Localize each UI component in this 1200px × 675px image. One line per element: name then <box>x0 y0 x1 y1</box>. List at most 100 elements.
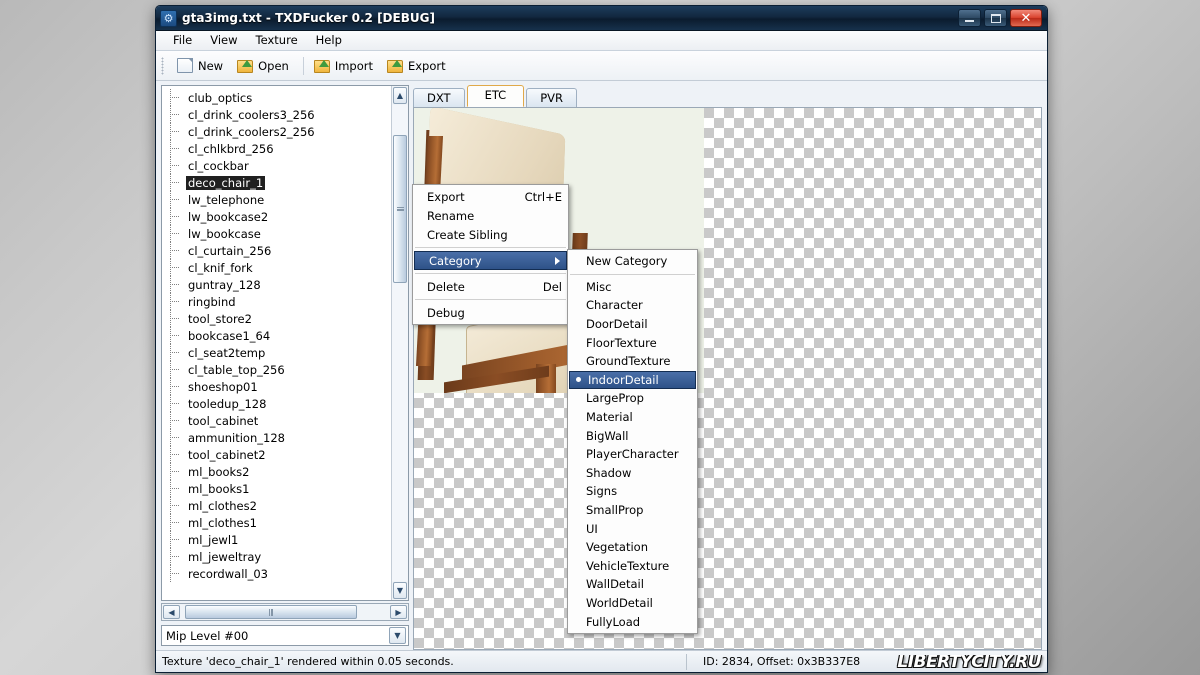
context-menu-item[interactable]: DeleteDel <box>413 277 568 296</box>
category-menu-item[interactable]: New Category <box>568 252 697 271</box>
scroll-right-button[interactable]: ▶ <box>390 605 407 619</box>
tree-item[interactable]: club_optics <box>164 89 391 106</box>
menu-help[interactable]: Help <box>307 33 351 49</box>
tree-item[interactable]: deco_chair_1 <box>164 174 391 191</box>
tree-item[interactable]: ml_jeweltray <box>164 548 391 565</box>
menu-file[interactable]: File <box>164 33 201 49</box>
category-menu-item[interactable]: DoorDetail <box>568 315 697 334</box>
vscroll-track[interactable] <box>392 105 408 581</box>
tree-item[interactable]: cl_curtain_256 <box>164 242 391 259</box>
open-button[interactable]: Open <box>232 55 298 76</box>
category-menu-item[interactable]: FloorTexture <box>568 333 697 352</box>
tree-item[interactable]: shoeshop01 <box>164 378 391 395</box>
category-menu-item[interactable]: WallDetail <box>568 575 697 594</box>
category-menu-item[interactable]: UI <box>568 519 697 538</box>
tree-horizontal-scrollbar[interactable]: ◀ ▶ <box>161 603 409 621</box>
tree-item[interactable]: ml_books2 <box>164 463 391 480</box>
menu-view[interactable]: View <box>201 33 246 49</box>
tree-item[interactable]: cl_drink_coolers3_256 <box>164 106 391 123</box>
tree-item-label: cl_drink_coolers3_256 <box>186 108 317 122</box>
category-menu-item[interactable]: Signs <box>568 482 697 501</box>
tree-item-label: tool_cabinet <box>186 414 260 428</box>
tree-item[interactable]: cl_cockbar <box>164 157 391 174</box>
category-menu-item[interactable]: Character <box>568 296 697 315</box>
tree-branch-icon <box>164 191 186 208</box>
hscroll-track[interactable] <box>181 605 389 619</box>
context-menu[interactable]: ExportCtrl+ERename Create Sibling Category… <box>412 184 569 325</box>
context-menu-item[interactable]: Create Sibling <box>413 225 568 244</box>
tree-branch-icon <box>164 140 186 157</box>
texture-tree[interactable]: club_optics cl_drink_coolers3_256cl_drink… <box>162 86 391 600</box>
tree-item[interactable]: cl_knif_fork <box>164 259 391 276</box>
category-menu-item[interactable]: GroundTexture <box>568 352 697 371</box>
toolbar-grip[interactable] <box>161 57 164 75</box>
tree-item[interactable]: recordwall_03 <box>164 565 391 582</box>
tree-item[interactable]: tool_cabinet <box>164 412 391 429</box>
category-menu-item[interactable]: PlayerCharacter <box>568 445 697 464</box>
tree-item[interactable]: cl_seat2temp <box>164 344 391 361</box>
tree-item[interactable]: cl_table_top_256 <box>164 361 391 378</box>
category-menu-item[interactable]: Material <box>568 408 697 427</box>
category-menu-item-label: DoorDetail <box>586 317 648 331</box>
close-button[interactable]: ✕ <box>1010 9 1042 27</box>
minimize-button[interactable] <box>958 9 981 27</box>
tree-item[interactable]: tool_store2 <box>164 310 391 327</box>
context-menu-item[interactable]: Debug <box>413 303 568 322</box>
maximize-button[interactable] <box>984 9 1007 27</box>
tree-item[interactable]: cl_drink_coolers2_256 <box>164 123 391 140</box>
tree-item[interactable]: ml_clothes1 <box>164 514 391 531</box>
tree-item[interactable]: ml_jewl1 <box>164 531 391 548</box>
tree-item[interactable]: cl_chlkbrd_256 <box>164 140 391 157</box>
scroll-down-button[interactable]: ▼ <box>393 582 407 599</box>
category-menu-item[interactable]: FullyLoad <box>568 612 697 631</box>
tree-item[interactable]: lw_bookcase <box>164 225 391 242</box>
tree-branch-icon <box>164 395 186 412</box>
tree-vertical-scrollbar[interactable]: ▲ ▼ <box>391 86 408 600</box>
hscroll-thumb[interactable] <box>185 605 357 619</box>
mip-level-dropdown[interactable]: Mip Level #00 ▼ <box>161 625 409 646</box>
tab-dxt[interactable]: DXT <box>413 88 465 107</box>
context-menu-item[interactable]: Rename <box>413 206 568 225</box>
tree-item[interactable]: ringbind <box>164 293 391 310</box>
category-menu-item[interactable]: LargeProp <box>568 389 697 408</box>
import-button-label: Import <box>335 59 373 73</box>
tab-pvr[interactable]: PVR <box>526 88 577 107</box>
tree-item-label: ml_jewl1 <box>186 533 240 547</box>
category-menu-item[interactable]: IndoorDetail <box>569 371 696 390</box>
category-menu-item[interactable]: VehicleTexture <box>568 557 697 576</box>
category-menu-item-label: FloorTexture <box>586 336 657 350</box>
tree-item[interactable]: bookcase1_64 <box>164 327 391 344</box>
import-button[interactable]: Import <box>309 55 382 76</box>
tree-item[interactable]: ammunition_128 <box>164 429 391 446</box>
context-menu-item[interactable]: Category <box>414 251 567 270</box>
category-menu-item[interactable]: Misc <box>568 278 697 297</box>
context-menu-item-label: Create Sibling <box>427 228 562 242</box>
tab-etc[interactable]: ETC <box>467 85 525 107</box>
tree-item[interactable]: tool_cabinet2 <box>164 446 391 463</box>
vscroll-thumb[interactable] <box>393 135 407 283</box>
category-menu-item[interactable]: Shadow <box>568 464 697 483</box>
tree-item[interactable]: lw_telephone <box>164 191 391 208</box>
category-submenu[interactable]: New Category MiscCharacter DoorDetail Floor… <box>567 249 698 634</box>
chevron-down-icon[interactable]: ▼ <box>389 627 406 644</box>
scroll-up-button[interactable]: ▲ <box>393 87 407 104</box>
category-menu-item[interactable]: WorldDetail <box>568 594 697 613</box>
context-menu-item-label: Export <box>427 190 515 204</box>
tree-item[interactable]: guntray_128 <box>164 276 391 293</box>
category-menu-item[interactable]: BigWall <box>568 426 697 445</box>
tree-item-label: deco_chair_1 <box>186 176 265 190</box>
tree-item[interactable]: ml_clothes2 <box>164 497 391 514</box>
context-menu-item[interactable]: ExportCtrl+E <box>413 187 568 206</box>
menu-texture[interactable]: Texture <box>247 33 307 49</box>
new-button[interactable]: New <box>171 55 232 76</box>
tree-item-label: ml_jeweltray <box>186 550 263 564</box>
category-menu-item[interactable]: SmallProp <box>568 501 697 520</box>
scroll-left-button[interactable]: ◀ <box>163 605 180 619</box>
category-menu-item[interactable]: Vegetation <box>568 538 697 557</box>
tree-item[interactable]: lw_bookcase2 <box>164 208 391 225</box>
category-menu-item-label: GroundTexture <box>586 354 670 368</box>
category-menu-item-label: BigWall <box>586 429 628 443</box>
tree-item[interactable]: ml_books1 <box>164 480 391 497</box>
export-button[interactable]: Export <box>382 55 455 76</box>
tree-item[interactable]: tooledup_128 <box>164 395 391 412</box>
